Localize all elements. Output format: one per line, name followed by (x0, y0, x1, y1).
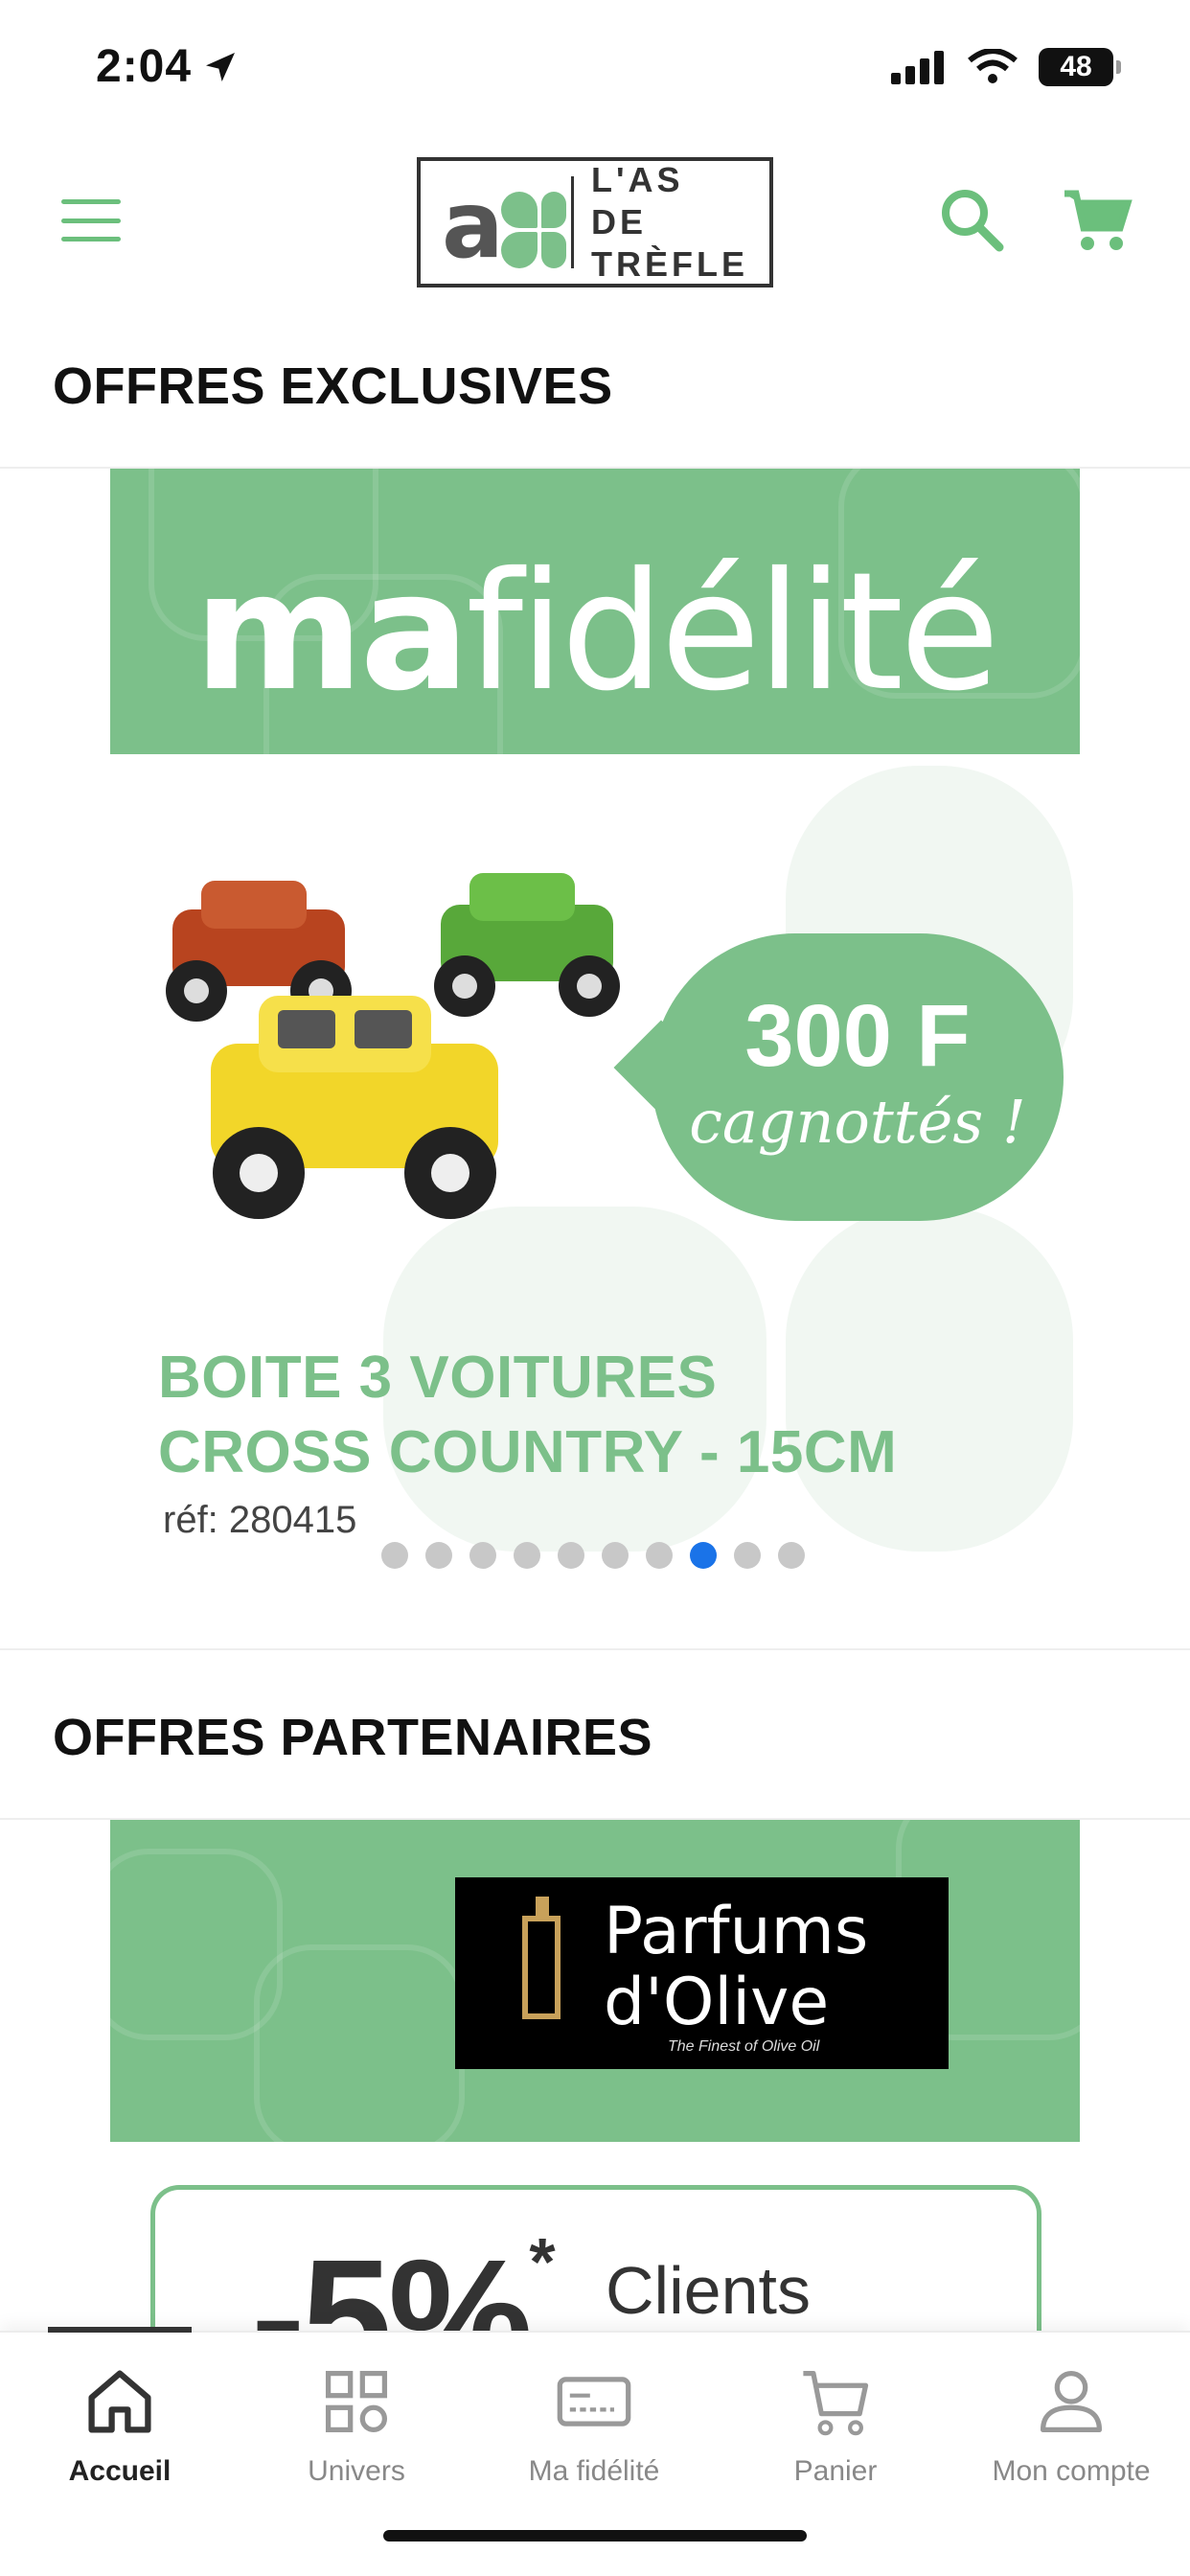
partner-band: Parfums d'Olive The Finest of Olive Oil (110, 1820, 1080, 2142)
product-name-line2: CROSS COUNTRY - 15CM (158, 1419, 898, 1485)
user-icon (1040, 2370, 1103, 2433)
tab-active-indicator (48, 2327, 192, 2333)
parfums-dolive-logo: Parfums d'Olive The Finest of Olive Oil (455, 1877, 949, 2069)
home-indicator (383, 2530, 807, 2542)
carousel-dot-active[interactable] (690, 1542, 717, 1569)
carousel-dot[interactable] (469, 1542, 496, 1569)
product-reference: réf: 280415 (163, 1499, 357, 1541)
yellow-car (211, 996, 498, 1219)
promo-audience: Clients (606, 2253, 811, 2328)
product-name: BOITE 3 VOITURES CROSS COUNTRY - 15CM (158, 1341, 1020, 1490)
logo-text-line2: TRÈFLE (591, 244, 748, 284)
cart-icon[interactable] (1059, 182, 1135, 259)
perfume-bottle-icon (522, 1897, 561, 2019)
carousel-dot[interactable] (646, 1542, 673, 1569)
promo-asterisk: * (529, 2224, 555, 2299)
tab-label: Panier (793, 2455, 878, 2487)
menu-button[interactable] (57, 192, 125, 249)
exclusive-offer-banner[interactable]: mafidélité 300 F cagnottés ! BOITE 3 VOI (0, 467, 1190, 1650)
tab-mon-compte[interactable]: Mon compte (956, 2361, 1186, 2488)
tab-label: Mon compte (992, 2455, 1151, 2487)
section-title-partners: OFFRES PARTENAIRES (53, 1709, 653, 1766)
cart-icon (803, 2370, 869, 2436)
tab-accueil[interactable]: Accueil (5, 2361, 235, 2488)
mafidelite-fidelite: fidélité (466, 538, 999, 727)
tab-label: Ma fidélité (528, 2455, 660, 2487)
section-title-exclusive: OFFRES EXCLUSIVES (53, 357, 613, 415)
green-car (434, 873, 620, 1017)
reward-subtext: cagnottés ! (689, 1087, 1026, 1157)
carousel-pagination[interactable] (381, 1542, 805, 1569)
menu-line (61, 237, 121, 242)
status-time-text: 2:04 (96, 41, 193, 92)
tab-ma-fidelite[interactable]: Ma fidélité (479, 2361, 709, 2488)
tab-label: Accueil (68, 2455, 172, 2487)
signal-icon (891, 51, 944, 84)
logo-text: L'AS DE TRÈFLE (591, 159, 748, 286)
location-arrow-icon (206, 52, 236, 81)
carousel-dot[interactable] (734, 1542, 761, 1569)
reward-amount: 300 F (744, 987, 971, 1085)
tab-univers[interactable]: Univers (241, 2361, 471, 2488)
parfums-line1: Parfums (604, 1894, 869, 1969)
carousel-dot[interactable] (778, 1542, 805, 1569)
carousel-dot[interactable] (514, 1542, 540, 1569)
product-name-line1: BOITE 3 VOITURES (158, 1345, 718, 1411)
logo-text-line1: L'AS DE (591, 160, 684, 242)
mafidelite-ma: ma (194, 538, 469, 727)
battery-icon: 48 (1039, 48, 1121, 86)
carousel-dot[interactable] (425, 1542, 452, 1569)
tab-panier[interactable]: Panier (721, 2361, 950, 2488)
menu-line (61, 218, 121, 223)
mafidelite-band: mafidélité (110, 469, 1080, 754)
wifi-icon (968, 49, 1018, 83)
parfums-brand-name: Parfums d'Olive (604, 1897, 868, 2038)
grid-icon (325, 2370, 388, 2433)
status-right: 48 (891, 48, 1121, 86)
carousel-dot[interactable] (381, 1542, 408, 1569)
carousel-dot[interactable] (602, 1542, 629, 1569)
toy-cars-image (166, 873, 620, 1219)
clover-logo-icon: a (442, 178, 566, 271)
card-icon (557, 2377, 631, 2426)
brand-logo[interactable]: a L'AS DE TRÈFLE (417, 157, 773, 288)
parfums-line2: d'Olive (604, 1965, 830, 2040)
menu-line (61, 199, 121, 204)
mafidelite-logo: mafidélité (110, 538, 1080, 727)
battery-level: 48 (1060, 51, 1092, 82)
tab-label: Univers (308, 2455, 405, 2487)
logo-separator (571, 176, 574, 268)
search-icon[interactable] (934, 182, 1011, 259)
status-bar: 2:04 48 (0, 0, 1190, 134)
parfums-tagline: The Finest of Olive Oil (668, 2038, 820, 2055)
app-header: a L'AS DE TRÈFLE (0, 144, 1190, 297)
status-time: 2:04 (96, 40, 240, 93)
home-icon (88, 2370, 151, 2433)
carousel-dot[interactable] (558, 1542, 584, 1569)
